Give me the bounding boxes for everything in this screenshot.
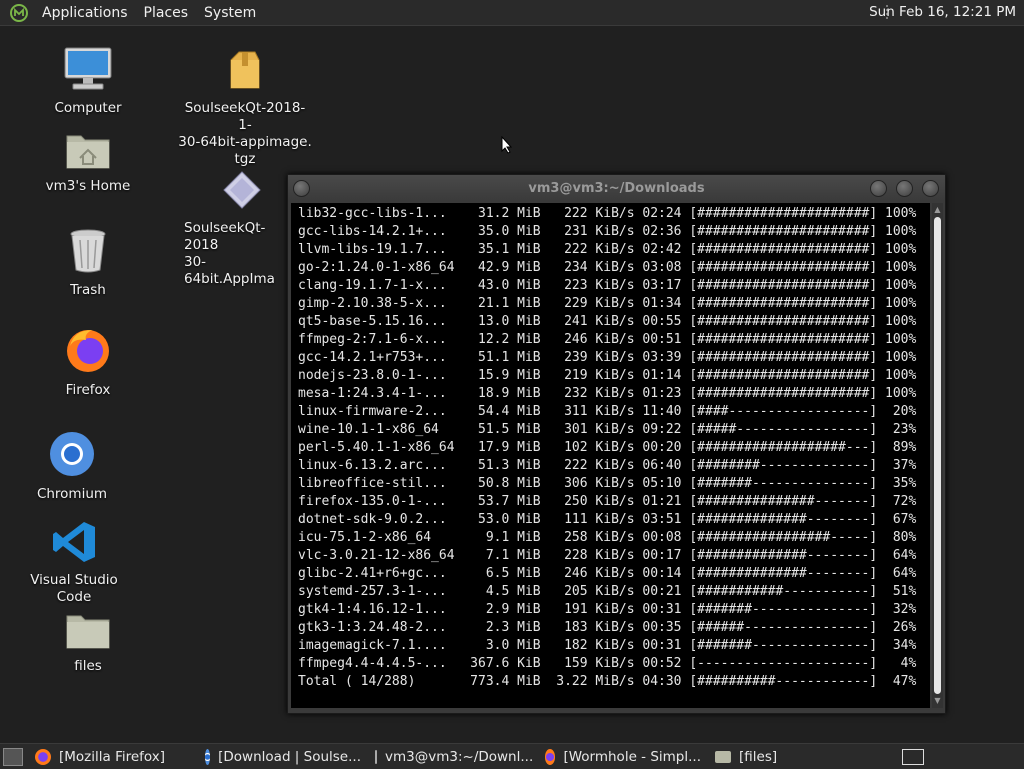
window-menu-button[interactable] (293, 180, 310, 197)
desktop-icon-computer[interactable]: Computer (48, 46, 128, 117)
maximize-button[interactable] (896, 180, 913, 197)
terminal-line: Total ( 14/288) 773.4 MiB 3.22 MiB/s 04:… (298, 674, 917, 689)
soulseek-tgz-label-1: SoulseekQt-2018-1- (184, 100, 306, 133)
close-button[interactable] (922, 180, 939, 197)
terminal-titlebar[interactable]: vm3@vm3:~/Downloads (288, 175, 945, 201)
terminal-line: ffmpeg4.4-4.4.5-... 367.6 KiB 159 KiB/s … (298, 656, 917, 671)
task-label: vm3@vm3:~/Downl... (385, 748, 534, 765)
mouse-pointer-icon (501, 136, 513, 154)
terminal-window[interactable]: vm3@vm3:~/Downloads lib32-gcc-libs-1... … (287, 174, 946, 714)
terminal-icon (375, 749, 377, 764)
terminal-line: perl-5.40.1-1-x86_64 17.9 MiB 102 KiB/s … (298, 440, 917, 455)
terminal-scrollbar[interactable]: ▲ ▼ (932, 203, 943, 708)
system-menu[interactable]: System (196, 5, 264, 21)
files-label: files (74, 658, 102, 674)
terminal-line: icu-75.1-2-x86_64 9.1 MiB 258 KiB/s 00:0… (298, 530, 917, 545)
task-firefox[interactable]: [Mozilla Firefox] (29, 745, 197, 768)
computer-icon (64, 47, 112, 90)
terminal-line: gtk4-1:4.16.12-1... 2.9 MiB 191 KiB/s 00… (298, 602, 917, 617)
desktop-icon-soulseek-appimage[interactable]: SoulseekQt-2018 30-64bit.AppIma (178, 170, 288, 288)
terminal-line: linux-6.13.2.arc... 51.3 MiB 222 KiB/s 0… (298, 458, 917, 473)
desktop-icon-vscode[interactable]: Visual Studio Code (14, 520, 134, 606)
terminal-line: libreoffice-stil... 50.8 MiB 306 KiB/s 0… (298, 476, 917, 491)
terminal-line: go-2:1.24.0-1-x86_64 42.9 MiB 234 KiB/s … (298, 260, 917, 275)
vscode-icon (53, 522, 95, 562)
terminal-line: gcc-14.2.1+r753+... 51.1 MiB 239 KiB/s 0… (298, 350, 917, 365)
desktop-icon-soulseek-tgz[interactable]: SoulseekQt-2018-1- 30-64bit-appimage. tg… (178, 50, 312, 168)
scrollbar-thumb[interactable] (934, 217, 941, 694)
terminal-line: lib32-gcc-libs-1... 31.2 MiB 222 KiB/s 0… (298, 206, 917, 221)
task-files[interactable]: [files] (709, 745, 841, 768)
scroll-down-icon[interactable]: ▼ (933, 696, 942, 706)
terminal-line: imagemagick-7.1.... 3.0 MiB 182 KiB/s 00… (298, 638, 917, 653)
terminal-line: linux-firmware-2... 54.4 MiB 311 KiB/s 1… (298, 404, 917, 419)
task-label: [files] (739, 748, 778, 765)
terminal-line: systemd-257.3-1-... 4.5 MiB 205 KiB/s 00… (298, 584, 917, 599)
terminal-line: dotnet-sdk-9.0.2... 53.0 MiB 111 KiB/s 0… (298, 512, 917, 527)
terminal-title: vm3@vm3:~/Downloads (528, 180, 705, 196)
computer-label: Computer (54, 100, 122, 116)
task-label: [Download | Soulse... (218, 748, 361, 765)
desktop-icon-firefox[interactable]: Firefox (48, 326, 128, 399)
appimage-icon (223, 171, 261, 209)
terminal-output[interactable]: lib32-gcc-libs-1... 31.2 MiB 222 KiB/s 0… (291, 203, 930, 708)
terminal-line: firefox-135.0-1-... 53.7 MiB 250 KiB/s 0… (298, 494, 917, 509)
mate-logo-icon[interactable] (10, 3, 28, 22)
chromium-icon (205, 748, 211, 765)
terminal-line: mesa-1:24.3.4-1-... 18.9 MiB 232 KiB/s 0… (298, 386, 917, 401)
desktop-icon-home[interactable]: vm3's Home (43, 128, 133, 195)
show-desktop-icon[interactable] (3, 747, 23, 766)
scroll-up-icon[interactable]: ▲ (933, 205, 942, 215)
chromium-icon (50, 432, 94, 476)
terminal-line: gtk3-1:3.24.48-2... 2.3 MiB 183 KiB/s 00… (298, 620, 917, 635)
archive-icon (230, 51, 260, 89)
task-chromium[interactable]: [Download | Soulse... (199, 745, 367, 768)
terminal-line: glibc-2.41+r6+gc... 6.5 MiB 246 KiB/s 00… (298, 566, 917, 581)
terminal-line: nodejs-23.8.0-1-... 15.9 MiB 219 KiB/s 0… (298, 368, 917, 383)
terminal-line: qt5-base-5.15.16... 13.0 MiB 241 KiB/s 0… (298, 314, 917, 329)
terminal-line: gcc-libs-14.2.1+... 35.0 MiB 231 KiB/s 0… (298, 224, 917, 239)
task-wormhole[interactable]: [Wormhole - Simpl... (539, 745, 707, 768)
soulseek-tgz-label-2: 30-64bit-appimage. (178, 134, 312, 150)
clock[interactable]: Sun Feb 16, 12:21 PM (869, 4, 1016, 20)
home-folder-icon (66, 135, 110, 169)
vscode-label: Visual Studio Code (30, 572, 118, 605)
task-label: [Wormhole - Simpl... (563, 748, 701, 765)
soulseek-app-label-1: SoulseekQt-2018 (184, 220, 266, 253)
trash-label: Trash (70, 282, 106, 298)
home-label: vm3's Home (45, 178, 131, 194)
firefox-label: Firefox (65, 382, 111, 398)
task-label: [Mozilla Firefox] (59, 748, 166, 765)
soulseek-app-label-2: 30-64bit.AppIma (184, 254, 275, 287)
soulseek-tgz-label-3: tgz (234, 151, 256, 167)
terminal-line: vlc-3.0.21-12-x86_64 7.1 MiB 228 KiB/s 0… (298, 548, 917, 563)
trash-icon (70, 229, 106, 273)
desktop-icon-chromium[interactable]: Chromium (32, 430, 112, 503)
folder-icon (715, 750, 731, 763)
firefox-icon (545, 748, 556, 765)
terminal-line: gimp-2.10.38-5-x... 21.1 MiB 229 KiB/s 0… (298, 296, 917, 311)
terminal-line: ffmpeg-2:7.1-6-x... 12.2 MiB 246 KiB/s 0… (298, 332, 917, 347)
task-terminal[interactable]: vm3@vm3:~/Downl... (369, 745, 537, 768)
firefox-icon (35, 748, 51, 765)
desktop-icon-trash[interactable]: Trash (48, 228, 128, 299)
terminal-line: llvm-libs-19.1.7... 35.1 MiB 222 KiB/s 0… (298, 242, 917, 257)
terminal-line: clang-19.1.7-1-x... 43.0 MiB 223 KiB/s 0… (298, 278, 917, 293)
places-menu[interactable]: Places (136, 5, 197, 21)
terminal-line: wine-10.1-1-x86_64 51.5 MiB 301 KiB/s 09… (298, 422, 917, 437)
chromium-label: Chromium (36, 486, 108, 502)
top-panel: Applications Places System Sun Feb 16, 1… (0, 0, 1024, 26)
folder-icon (66, 615, 110, 649)
bottom-taskbar: [Mozilla Firefox] [Download | Soulse... … (0, 743, 1024, 769)
desktop-icon-files[interactable]: files (48, 610, 128, 675)
applications-menu[interactable]: Applications (34, 5, 136, 21)
minimize-button[interactable] (870, 180, 887, 197)
workspace-switcher[interactable] (902, 749, 924, 765)
firefox-icon (67, 330, 109, 372)
